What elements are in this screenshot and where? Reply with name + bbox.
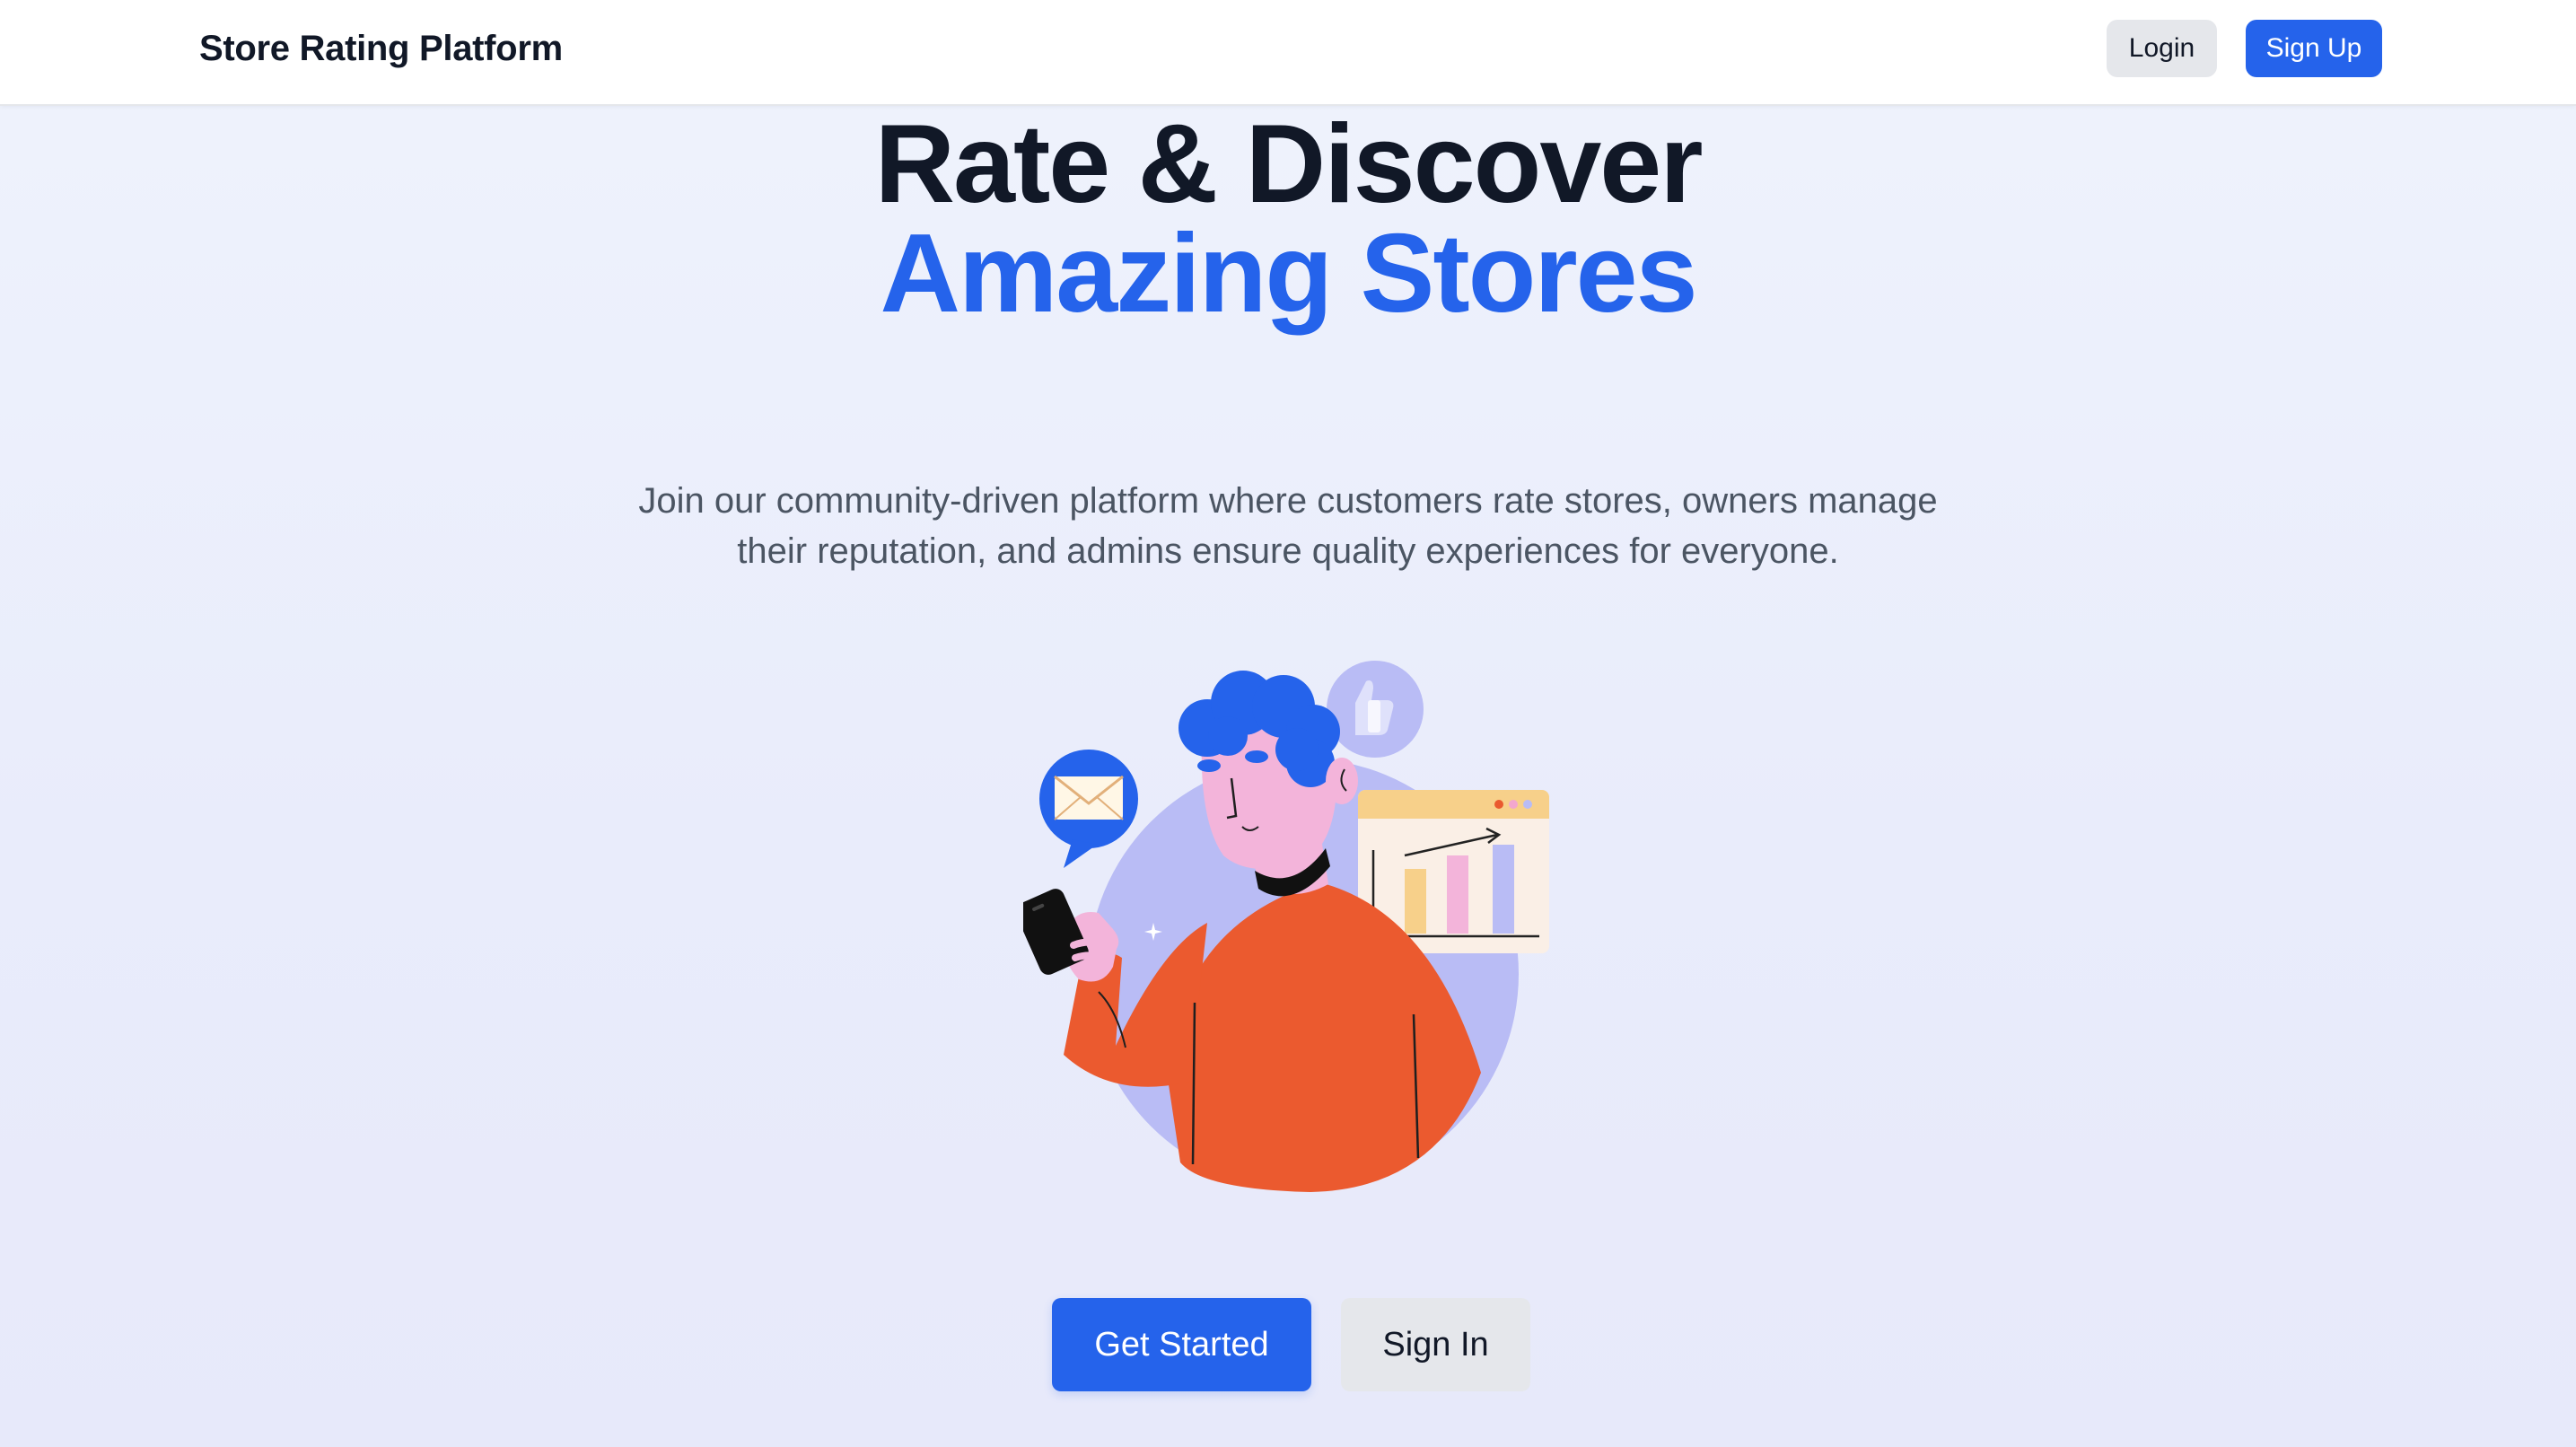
hero-headline-line1: Rate & Discover (874, 102, 1703, 226)
hero-subtitle-line1: Join our community-driven platform where… (638, 481, 1938, 521)
get-started-button[interactable]: Get Started (1052, 1298, 1311, 1391)
sign-in-button[interactable]: Sign In (1341, 1298, 1530, 1391)
brand-logo-text[interactable]: Store Rating Platform (199, 27, 563, 70)
hero-subtitle-line2: their reputation, and admins ensure qual… (737, 531, 1839, 571)
navbar: Store Rating Platform Login Sign Up (0, 0, 2576, 106)
login-button[interactable]: Login (2107, 20, 2217, 77)
person-rating-stores-illustration (1015, 651, 1562, 1194)
hero-subtitle: Join our community-driven platform where… (570, 476, 2006, 576)
thumbs-up-icon (1327, 661, 1424, 758)
signup-button[interactable]: Sign Up (2246, 20, 2382, 77)
hero-headline-line2: Amazing Stores (880, 212, 1697, 336)
mail-icon (1039, 750, 1138, 868)
